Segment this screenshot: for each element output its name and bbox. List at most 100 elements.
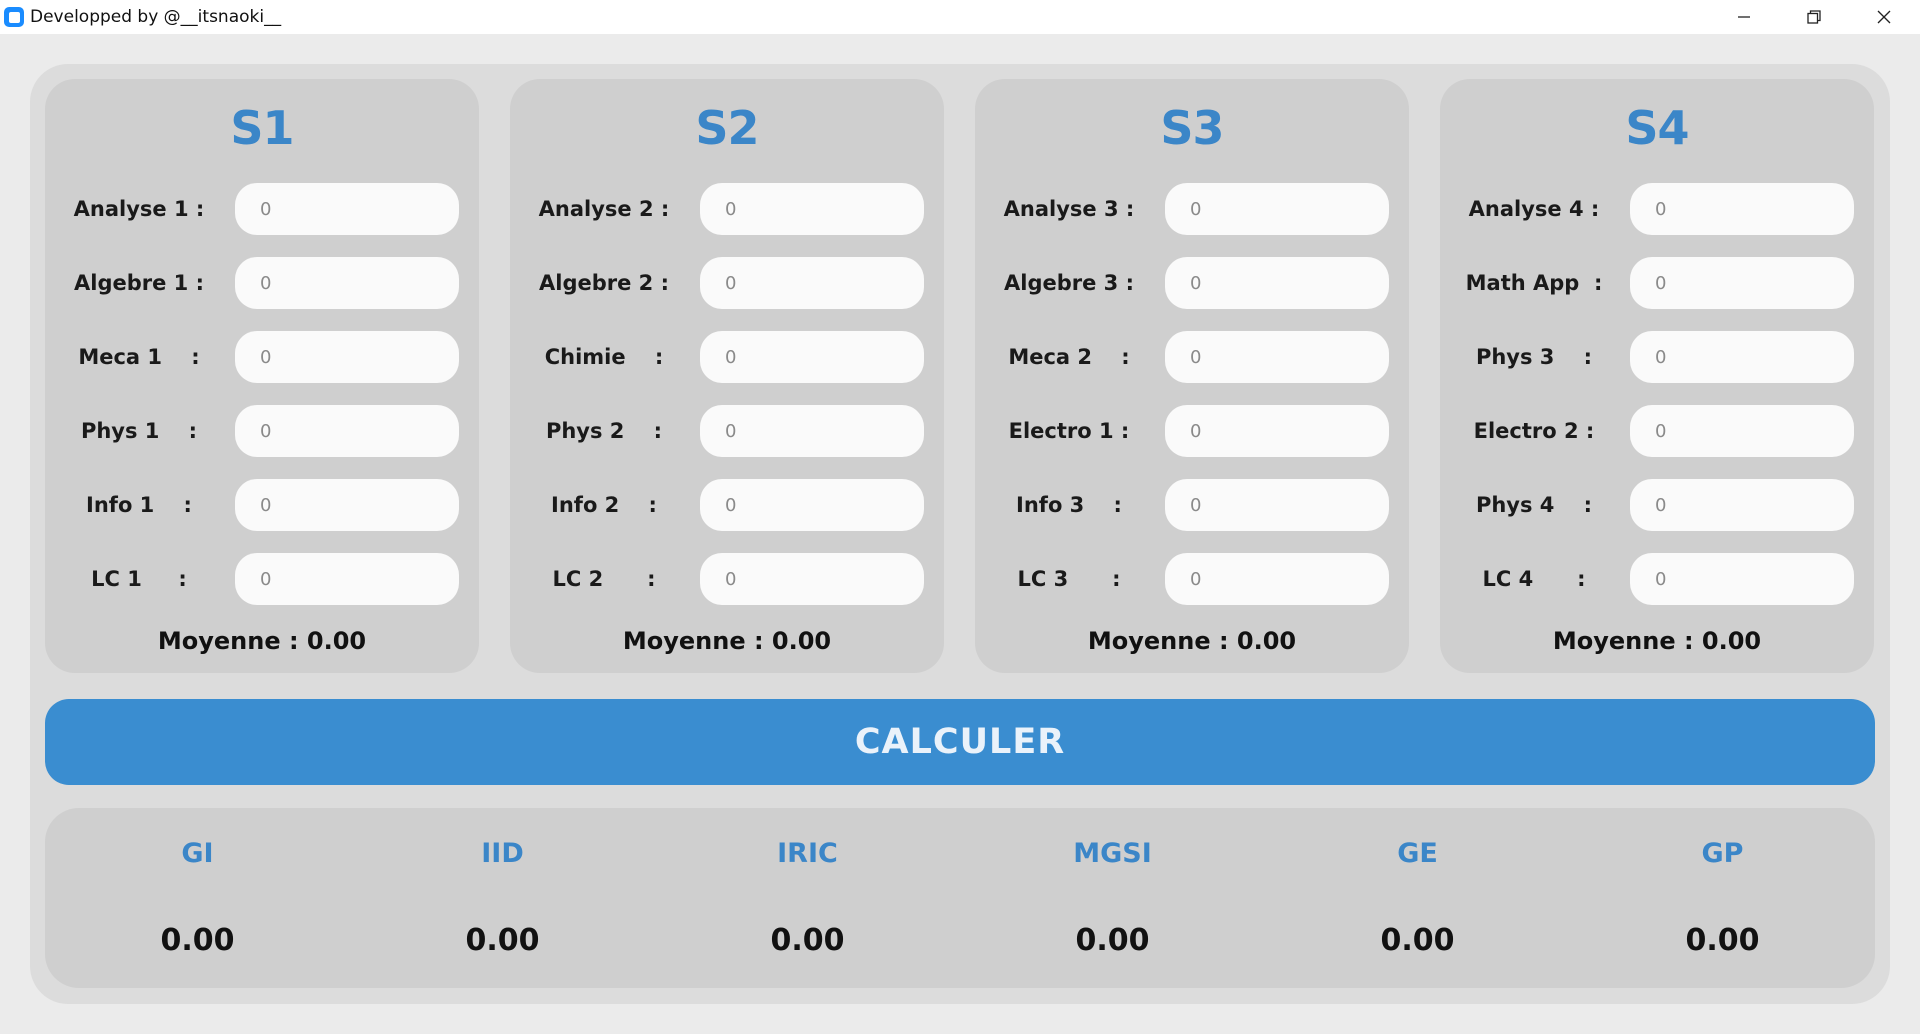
subject-label: Phys 1 : <box>80 419 198 443</box>
semester-average: Moyenne : 0.00 <box>1087 627 1297 655</box>
grade-input[interactable] <box>1165 257 1389 309</box>
subject-row: Analyse 4 : <box>1440 183 1874 235</box>
result-gi: GI 0.00 <box>45 808 350 988</box>
semester-average: Moyenne : 0.00 <box>622 627 832 655</box>
grade-input[interactable] <box>1630 183 1854 235</box>
result-mgsi: MGSI 0.00 <box>960 808 1265 988</box>
result-value: 0.00 <box>160 923 235 958</box>
subject-label: Analyse 2 : <box>538 197 670 221</box>
result-gp: GP 0.00 <box>1570 808 1875 988</box>
semester-title: S1 <box>230 101 294 155</box>
minimize-icon <box>1738 16 1750 18</box>
subject-row: Electro 1 : <box>975 405 1409 457</box>
subject-row: Phys 2 : <box>510 405 944 457</box>
subject-row: LC 1 : <box>45 553 479 605</box>
subject-row: Algebre 2 : <box>510 257 944 309</box>
grade-input[interactable] <box>235 331 459 383</box>
result-name: IRIC <box>777 838 838 869</box>
grade-input[interactable] <box>700 405 924 457</box>
semester-title: S3 <box>1160 101 1224 155</box>
subject-label: LC 3 : <box>1017 567 1121 591</box>
grade-input[interactable] <box>235 405 459 457</box>
subject-label: Phys 3 : <box>1475 345 1593 369</box>
grade-input[interactable] <box>235 257 459 309</box>
subject-label: Info 1 : <box>86 493 192 517</box>
subject-label: Algebre 1 : <box>74 271 204 295</box>
restore-button[interactable] <box>1779 0 1849 34</box>
result-name: MGSI <box>1073 838 1152 869</box>
grade-input[interactable] <box>1165 331 1389 383</box>
subject-label: Meca 2 : <box>1008 345 1130 369</box>
grade-input[interactable] <box>1630 257 1854 309</box>
grade-input[interactable] <box>1165 479 1389 531</box>
subject-row: Analyse 3 : <box>975 183 1409 235</box>
minimize-button[interactable] <box>1709 0 1779 34</box>
subject-label: Phys 4 : <box>1475 493 1593 517</box>
semester-title: S2 <box>695 101 759 155</box>
grade-input[interactable] <box>1165 405 1389 457</box>
subject-row: Phys 3 : <box>1440 331 1874 383</box>
subject-label: Info 2 : <box>551 493 657 517</box>
grade-input[interactable] <box>235 553 459 605</box>
result-value: 0.00 <box>1685 923 1760 958</box>
result-name: IID <box>481 838 524 869</box>
subject-row: Analyse 2 : <box>510 183 944 235</box>
semester-title: S4 <box>1625 101 1689 155</box>
subject-row: Meca 2 : <box>975 331 1409 383</box>
calculate-button[interactable]: CALCULER <box>45 699 1875 785</box>
subject-label: Analyse 1 : <box>73 197 205 221</box>
grade-input[interactable] <box>700 183 924 235</box>
close-button[interactable] <box>1849 0 1919 34</box>
semester-panel-s2: S2 Analyse 2 : Algebre 2 : Chimie : Phys 2 … <box>510 79 944 673</box>
grade-input[interactable] <box>1630 405 1854 457</box>
grade-input[interactable] <box>1165 183 1389 235</box>
subject-label: Info 3 : <box>1016 493 1122 517</box>
subject-row: Phys 1 : <box>45 405 479 457</box>
app-icon <box>4 7 24 27</box>
grade-input[interactable] <box>1630 331 1854 383</box>
subject-row: Info 3 : <box>975 479 1409 531</box>
semester-average: Moyenne : 0.00 <box>1552 627 1762 655</box>
result-name: GP <box>1701 838 1744 869</box>
subject-label: Math App : <box>1465 271 1603 295</box>
grade-input[interactable] <box>700 479 924 531</box>
subject-label: LC 1 : <box>91 567 187 591</box>
semester-panel-s1: S1 Analyse 1 : Algebre 1 : Meca 1 : Phys 1 … <box>45 79 479 673</box>
grade-input[interactable] <box>1165 553 1389 605</box>
subject-row: Electro 2 : <box>1440 405 1874 457</box>
window-title: Developped by @__itsnaoki__ <box>30 7 282 27</box>
restore-icon <box>1807 10 1821 24</box>
result-name: GE <box>1397 838 1438 869</box>
subject-label: Analyse 3 : <box>1003 197 1135 221</box>
subject-row: Algebre 1 : <box>45 257 479 309</box>
subject-row: LC 3 : <box>975 553 1409 605</box>
grade-input[interactable] <box>1630 553 1854 605</box>
subject-row: Math App : <box>1440 257 1874 309</box>
subject-row: Chimie : <box>510 331 944 383</box>
subject-label: Meca 1 : <box>78 345 200 369</box>
grade-input[interactable] <box>235 479 459 531</box>
grade-input[interactable] <box>700 257 924 309</box>
result-value: 0.00 <box>1075 923 1150 958</box>
subject-label: Electro 2 : <box>1473 419 1595 443</box>
grade-input[interactable] <box>235 183 459 235</box>
subject-row: Analyse 1 : <box>45 183 479 235</box>
results-panel: GI 0.00 IID 0.00 IRIC 0.00 MGSI 0.00 GE … <box>45 808 1875 988</box>
subject-row: Meca 1 : <box>45 331 479 383</box>
subject-label: Algebre 3 : <box>1004 271 1134 295</box>
subject-label: Phys 2 : <box>545 419 663 443</box>
subject-row: Phys 4 : <box>1440 479 1874 531</box>
subject-label: LC 2 : <box>552 567 656 591</box>
result-value: 0.00 <box>1380 923 1455 958</box>
result-iric: IRIC 0.00 <box>655 808 960 988</box>
subject-label: Algebre 2 : <box>539 271 669 295</box>
grade-input[interactable] <box>700 553 924 605</box>
subject-label: Chimie : <box>544 345 664 369</box>
semester-panel-s4: S4 Analyse 4 : Math App : Phys 3 : Electro … <box>1440 79 1874 673</box>
grade-input[interactable] <box>700 331 924 383</box>
subject-row: Info 2 : <box>510 479 944 531</box>
subject-label: Electro 1 : <box>1008 419 1130 443</box>
subject-row: Algebre 3 : <box>975 257 1409 309</box>
subject-row: LC 4 : <box>1440 553 1874 605</box>
grade-input[interactable] <box>1630 479 1854 531</box>
